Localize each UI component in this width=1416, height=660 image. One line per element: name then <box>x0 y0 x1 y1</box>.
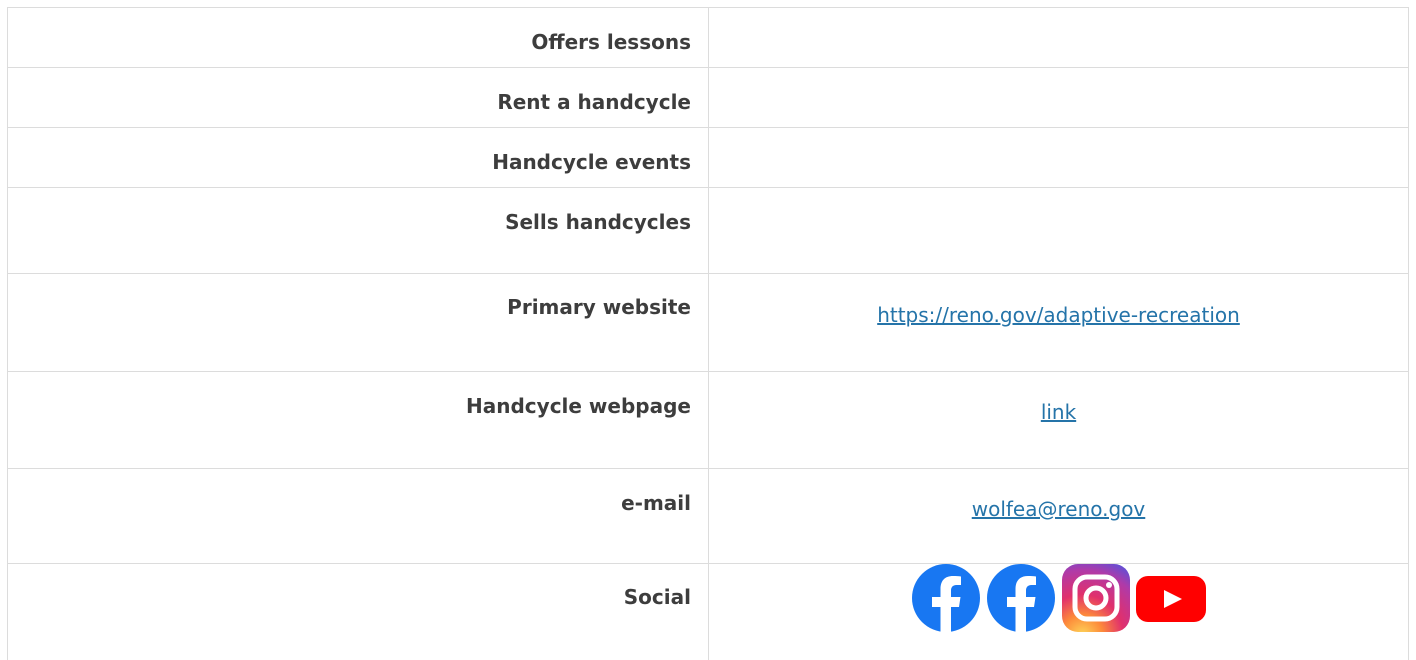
table-row: Rent a handcycle <box>7 68 1409 128</box>
row-value: https://reno.gov/adaptive-recreation <box>709 274 1409 371</box>
handcycle-webpage-link[interactable]: link <box>1041 400 1076 424</box>
table-row: Handcycle events <box>7 128 1409 188</box>
email-link[interactable]: wolfea@reno.gov <box>972 497 1146 521</box>
row-value <box>709 564 1409 660</box>
facebook-icon[interactable] <box>986 563 1056 638</box>
facebook-icon[interactable] <box>911 563 981 638</box>
table-row: Social <box>7 564 1409 660</box>
table-row: Offers lessons <box>7 8 1409 68</box>
instagram-icon[interactable] <box>1061 563 1131 638</box>
row-value: wolfea@reno.gov <box>709 469 1409 563</box>
table-row: e-mail wolfea@reno.gov <box>7 469 1409 564</box>
row-label: Primary website <box>7 274 709 371</box>
row-label: Handcycle webpage <box>7 372 709 468</box>
social-links <box>911 563 1206 638</box>
row-label: e-mail <box>7 469 709 563</box>
row-label: Handcycle events <box>7 128 709 187</box>
row-label: Offers lessons <box>7 8 709 67</box>
table-row: Primary website https://reno.gov/adaptiv… <box>7 274 1409 372</box>
youtube-icon[interactable] <box>1136 563 1206 638</box>
row-label: Social <box>7 564 709 660</box>
table-row: Sells handcycles <box>7 188 1409 274</box>
row-label: Sells handcycles <box>7 188 709 273</box>
primary-website-link[interactable]: https://reno.gov/adaptive-recreation <box>877 303 1240 327</box>
row-value <box>709 68 1409 127</box>
listing-table: Offers lessons Rent a handcycle Handcycl… <box>7 7 1409 660</box>
row-value: link <box>709 372 1409 468</box>
table-row: Handcycle webpage link <box>7 372 1409 469</box>
row-value <box>709 8 1409 67</box>
row-value <box>709 188 1409 273</box>
row-label: Rent a handcycle <box>7 68 709 127</box>
row-value <box>709 128 1409 187</box>
